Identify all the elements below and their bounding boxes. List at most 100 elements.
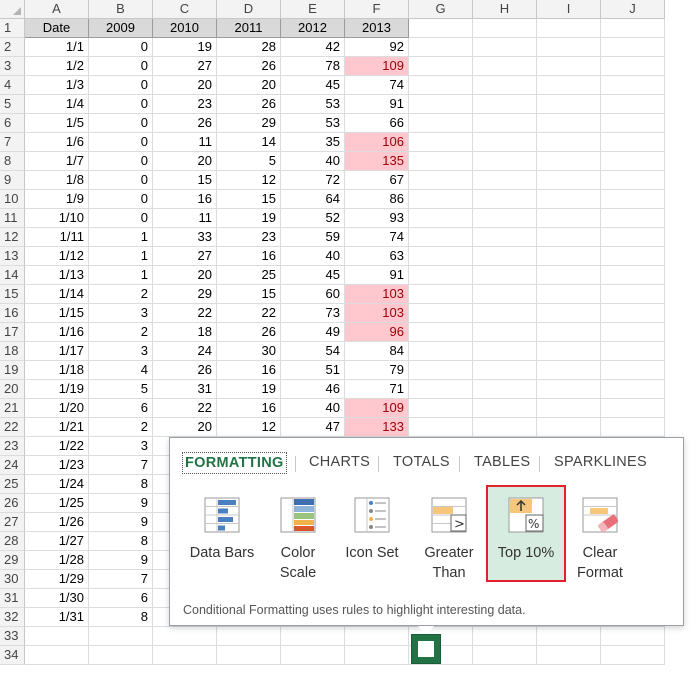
cell[interactable] [89,627,153,646]
cell[interactable]: 71 [345,380,409,399]
cell[interactable] [601,190,665,209]
cell[interactable] [473,646,537,665]
cell[interactable]: 20 [153,76,217,95]
row-header[interactable]: 21 [0,399,25,418]
cell[interactable]: 20 [217,76,281,95]
cell[interactable]: 0 [89,114,153,133]
cell[interactable]: 72 [281,171,345,190]
tab-charts[interactable]: CHARTS [309,454,370,470]
cell[interactable]: 2 [89,323,153,342]
cell[interactable]: 59 [281,228,345,247]
column-header-c[interactable]: C [153,0,217,19]
cell[interactable]: 84 [345,342,409,361]
top-10-percent-button[interactable]: % Top 10% [486,485,566,582]
cell[interactable] [409,418,473,437]
cell[interactable]: 1/20 [25,399,89,418]
cell[interactable]: 7 [89,570,153,589]
cell[interactable]: 1/3 [25,76,89,95]
cell[interactable] [473,190,537,209]
cell[interactable]: 35 [281,133,345,152]
cell[interactable]: 19 [217,380,281,399]
cell[interactable]: 33 [153,228,217,247]
cell[interactable] [537,646,601,665]
cell[interactable] [537,247,601,266]
cell[interactable]: 1/11 [25,228,89,247]
row-header[interactable]: 25 [0,475,25,494]
cell[interactable]: 26 [217,57,281,76]
cell[interactable]: 0 [89,95,153,114]
cell[interactable]: 86 [345,190,409,209]
tab-tables[interactable]: TABLES [474,454,530,470]
cell[interactable] [537,418,601,437]
cell[interactable]: 3 [89,437,153,456]
cell[interactable]: 74 [345,228,409,247]
row-header[interactable]: 3 [0,57,25,76]
row-header[interactable]: 15 [0,285,25,304]
column-header-g[interactable]: G [409,0,473,19]
cell[interactable]: 1 [89,247,153,266]
cell[interactable] [473,380,537,399]
cell[interactable]: 26 [217,95,281,114]
cell[interactable]: 1/8 [25,171,89,190]
icon-set-button[interactable]: Icon Set [332,485,412,582]
cell[interactable]: 2013 [345,19,409,38]
cell[interactable]: 1 [89,266,153,285]
cell[interactable]: 9 [89,494,153,513]
cell[interactable]: 29 [217,114,281,133]
cell[interactable]: 45 [281,76,345,95]
cell[interactable] [473,133,537,152]
cell[interactable]: 8 [89,475,153,494]
cell[interactable] [473,247,537,266]
row-header[interactable]: 17 [0,323,25,342]
row-header[interactable]: 27 [0,513,25,532]
cell[interactable]: 1/19 [25,380,89,399]
row-header[interactable]: 13 [0,247,25,266]
cell[interactable] [537,57,601,76]
row-header[interactable]: 32 [0,608,25,627]
cell[interactable] [153,646,217,665]
cell[interactable]: 53 [281,95,345,114]
cell[interactable] [601,19,665,38]
cell[interactable] [473,209,537,228]
cell[interactable]: 1/28 [25,551,89,570]
cell[interactable]: 3 [89,304,153,323]
row-header[interactable]: 20 [0,380,25,399]
cell[interactable]: 40 [281,247,345,266]
cell[interactable]: 1/26 [25,513,89,532]
cell[interactable] [473,76,537,95]
cell[interactable]: 133 [345,418,409,437]
cell[interactable]: 1/1 [25,38,89,57]
cell[interactable] [601,323,665,342]
cell[interactable]: 18 [153,323,217,342]
cell[interactable] [601,342,665,361]
row-header[interactable]: 9 [0,171,25,190]
column-header-d[interactable]: D [217,0,281,19]
cell[interactable]: 24 [153,342,217,361]
cell[interactable]: 1/13 [25,266,89,285]
cell[interactable] [601,285,665,304]
cell[interactable] [601,95,665,114]
greater-than-button[interactable]: > Greater Than [409,485,489,582]
cell[interactable] [601,266,665,285]
cell[interactable]: 73 [281,304,345,323]
cell[interactable] [25,646,89,665]
cell[interactable] [537,342,601,361]
cell[interactable]: 5 [217,152,281,171]
cell[interactable]: 2 [89,285,153,304]
cell[interactable] [537,133,601,152]
cell[interactable]: 46 [281,380,345,399]
row-header[interactable]: 2 [0,38,25,57]
cell[interactable] [601,627,665,646]
tab-sparklines[interactable]: SPARKLINES [554,454,647,470]
cell[interactable] [537,266,601,285]
row-header[interactable]: 24 [0,456,25,475]
cell[interactable] [537,361,601,380]
cell[interactable] [473,399,537,418]
cell[interactable]: 1/17 [25,342,89,361]
cell[interactable] [601,133,665,152]
cell[interactable]: 6 [89,589,153,608]
cell[interactable]: 103 [345,304,409,323]
cell[interactable] [217,646,281,665]
cell[interactable] [409,95,473,114]
row-header[interactable]: 28 [0,532,25,551]
